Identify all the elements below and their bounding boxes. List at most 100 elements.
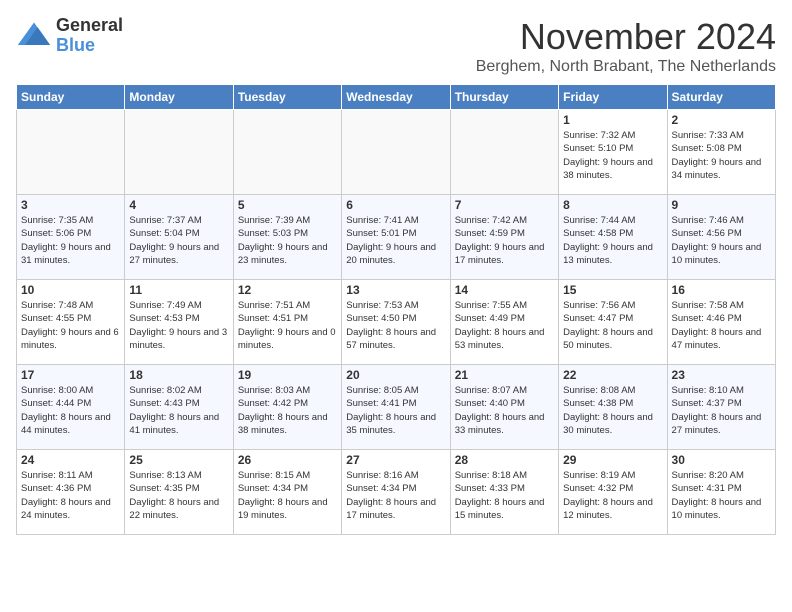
day-number: 28: [455, 453, 554, 467]
calendar-cell: 5 Sunrise: 7:39 AM Sunset: 5:03 PM Daylig…: [233, 195, 341, 280]
day-number: 7: [455, 198, 554, 212]
day-info: Sunrise: 7:44 AM Sunset: 4:58 PM Dayligh…: [563, 214, 662, 267]
day-info: Sunrise: 8:07 AM Sunset: 4:40 PM Dayligh…: [455, 384, 554, 437]
logo: General Blue: [16, 16, 123, 56]
day-number: 9: [672, 198, 771, 212]
day-info: Sunrise: 8:20 AM Sunset: 4:31 PM Dayligh…: [672, 469, 771, 522]
day-info: Sunrise: 8:16 AM Sunset: 4:34 PM Dayligh…: [346, 469, 445, 522]
day-number: 4: [129, 198, 228, 212]
day-info: Sunrise: 7:49 AM Sunset: 4:53 PM Dayligh…: [129, 299, 228, 352]
day-number: 11: [129, 283, 228, 297]
day-info: Sunrise: 7:39 AM Sunset: 5:03 PM Dayligh…: [238, 214, 337, 267]
weekday-header-thursday: Thursday: [450, 85, 558, 110]
day-number: 2: [672, 113, 771, 127]
calendar-cell: [342, 110, 450, 195]
logo-general-text: General: [56, 16, 123, 36]
calendar-cell: 11 Sunrise: 7:49 AM Sunset: 4:53 PM Dayli…: [125, 280, 233, 365]
day-info: Sunrise: 8:02 AM Sunset: 4:43 PM Dayligh…: [129, 384, 228, 437]
day-number: 10: [21, 283, 120, 297]
calendar-cell: 2Sunrise: 7:33 AM Sunset: 5:08 PM Daylig…: [667, 110, 775, 195]
subtitle: Berghem, North Brabant, The Netherlands: [476, 58, 776, 76]
calendar-table: SundayMondayTuesdayWednesdayThursdayFrid…: [16, 84, 776, 535]
day-info: Sunrise: 8:15 AM Sunset: 4:34 PM Dayligh…: [238, 469, 337, 522]
calendar-cell: 25 Sunrise: 8:13 AM Sunset: 4:35 PM Dayli…: [125, 450, 233, 535]
day-number: 12: [238, 283, 337, 297]
calendar-cell: 3 Sunrise: 7:35 AM Sunset: 5:06 PM Daylig…: [17, 195, 125, 280]
calendar-cell: 27 Sunrise: 8:16 AM Sunset: 4:34 PM Dayli…: [342, 450, 450, 535]
calendar-cell: 9Sunrise: 7:46 AM Sunset: 4:56 PM Daylig…: [667, 195, 775, 280]
day-number: 23: [672, 368, 771, 382]
day-info: Sunrise: 8:03 AM Sunset: 4:42 PM Dayligh…: [238, 384, 337, 437]
calendar-cell: [450, 110, 558, 195]
weekday-header-friday: Friday: [559, 85, 667, 110]
day-number: 5: [238, 198, 337, 212]
month-title: November 2024: [476, 16, 776, 58]
calendar-cell: 26 Sunrise: 8:15 AM Sunset: 4:34 PM Dayli…: [233, 450, 341, 535]
day-number: 17: [21, 368, 120, 382]
day-info: Sunrise: 7:48 AM Sunset: 4:55 PM Dayligh…: [21, 299, 120, 352]
week-row-5: 24Sunrise: 8:11 AM Sunset: 4:36 PM Dayli…: [17, 450, 776, 535]
day-info: Sunrise: 7:55 AM Sunset: 4:49 PM Dayligh…: [455, 299, 554, 352]
day-info: Sunrise: 7:35 AM Sunset: 5:06 PM Dayligh…: [21, 214, 120, 267]
calendar-cell: 6Sunrise: 7:41 AM Sunset: 5:01 PM Daylig…: [342, 195, 450, 280]
day-number: 26: [238, 453, 337, 467]
week-row-3: 10 Sunrise: 7:48 AM Sunset: 4:55 PM Dayli…: [17, 280, 776, 365]
calendar-cell: 17 Sunrise: 8:00 AM Sunset: 4:44 PM Dayli…: [17, 365, 125, 450]
day-info: Sunrise: 7:51 AM Sunset: 4:51 PM Dayligh…: [238, 299, 337, 352]
day-number: 25: [129, 453, 228, 467]
calendar-cell: 10 Sunrise: 7:48 AM Sunset: 4:55 PM Dayli…: [17, 280, 125, 365]
calendar-cell: 21 Sunrise: 8:07 AM Sunset: 4:40 PM Dayli…: [450, 365, 558, 450]
logo-icon: [16, 18, 52, 54]
day-number: 20: [346, 368, 445, 382]
calendar-cell: 18 Sunrise: 8:02 AM Sunset: 4:43 PM Dayli…: [125, 365, 233, 450]
weekday-header-saturday: Saturday: [667, 85, 775, 110]
day-info: Sunrise: 7:32 AM Sunset: 5:10 PM Dayligh…: [563, 129, 662, 182]
calendar-cell: 30Sunrise: 8:20 AM Sunset: 4:31 PM Dayli…: [667, 450, 775, 535]
weekday-header-sunday: Sunday: [17, 85, 125, 110]
day-info: Sunrise: 8:11 AM Sunset: 4:36 PM Dayligh…: [21, 469, 120, 522]
day-info: Sunrise: 7:42 AM Sunset: 4:59 PM Dayligh…: [455, 214, 554, 267]
title-section: November 2024 Berghem, North Brabant, Th…: [476, 16, 776, 76]
day-info: Sunrise: 8:18 AM Sunset: 4:33 PM Dayligh…: [455, 469, 554, 522]
calendar-cell: [233, 110, 341, 195]
day-info: Sunrise: 8:00 AM Sunset: 4:44 PM Dayligh…: [21, 384, 120, 437]
day-number: 6: [346, 198, 445, 212]
calendar-cell: 16Sunrise: 7:58 AM Sunset: 4:46 PM Dayli…: [667, 280, 775, 365]
day-info: Sunrise: 7:58 AM Sunset: 4:46 PM Dayligh…: [672, 299, 771, 352]
calendar-cell: 19 Sunrise: 8:03 AM Sunset: 4:42 PM Dayli…: [233, 365, 341, 450]
week-row-4: 17 Sunrise: 8:00 AM Sunset: 4:44 PM Dayli…: [17, 365, 776, 450]
day-info: Sunrise: 8:05 AM Sunset: 4:41 PM Dayligh…: [346, 384, 445, 437]
day-info: Sunrise: 8:13 AM Sunset: 4:35 PM Dayligh…: [129, 469, 228, 522]
day-number: 18: [129, 368, 228, 382]
day-number: 1: [563, 113, 662, 127]
day-info: Sunrise: 8:08 AM Sunset: 4:38 PM Dayligh…: [563, 384, 662, 437]
weekday-header-tuesday: Tuesday: [233, 85, 341, 110]
calendar-cell: 22 Sunrise: 8:08 AM Sunset: 4:38 PM Dayli…: [559, 365, 667, 450]
day-number: 15: [563, 283, 662, 297]
day-number: 29: [563, 453, 662, 467]
day-info: Sunrise: 7:53 AM Sunset: 4:50 PM Dayligh…: [346, 299, 445, 352]
calendar-cell: 1 Sunrise: 7:32 AM Sunset: 5:10 PM Daylig…: [559, 110, 667, 195]
calendar-cell: 28 Sunrise: 8:18 AM Sunset: 4:33 PM Dayli…: [450, 450, 558, 535]
day-number: 8: [563, 198, 662, 212]
day-info: Sunrise: 7:56 AM Sunset: 4:47 PM Dayligh…: [563, 299, 662, 352]
week-row-1: 1 Sunrise: 7:32 AM Sunset: 5:10 PM Daylig…: [17, 110, 776, 195]
calendar-cell: 8 Sunrise: 7:44 AM Sunset: 4:58 PM Daylig…: [559, 195, 667, 280]
weekday-header-wednesday: Wednesday: [342, 85, 450, 110]
calendar-cell: 7 Sunrise: 7:42 AM Sunset: 4:59 PM Daylig…: [450, 195, 558, 280]
day-number: 22: [563, 368, 662, 382]
calendar-cell: 13Sunrise: 7:53 AM Sunset: 4:50 PM Dayli…: [342, 280, 450, 365]
day-info: Sunrise: 8:10 AM Sunset: 4:37 PM Dayligh…: [672, 384, 771, 437]
day-info: Sunrise: 7:37 AM Sunset: 5:04 PM Dayligh…: [129, 214, 228, 267]
day-number: 3: [21, 198, 120, 212]
calendar-cell: [17, 110, 125, 195]
logo-blue-text: Blue: [56, 36, 123, 56]
day-number: 27: [346, 453, 445, 467]
calendar-cell: 20 Sunrise: 8:05 AM Sunset: 4:41 PM Dayli…: [342, 365, 450, 450]
day-number: 19: [238, 368, 337, 382]
day-info: Sunrise: 8:19 AM Sunset: 4:32 PM Dayligh…: [563, 469, 662, 522]
day-number: 21: [455, 368, 554, 382]
calendar-cell: 23 Sunrise: 8:10 AM Sunset: 4:37 PM Dayli…: [667, 365, 775, 450]
weekday-header-monday: Monday: [125, 85, 233, 110]
calendar-cell: 24Sunrise: 8:11 AM Sunset: 4:36 PM Dayli…: [17, 450, 125, 535]
